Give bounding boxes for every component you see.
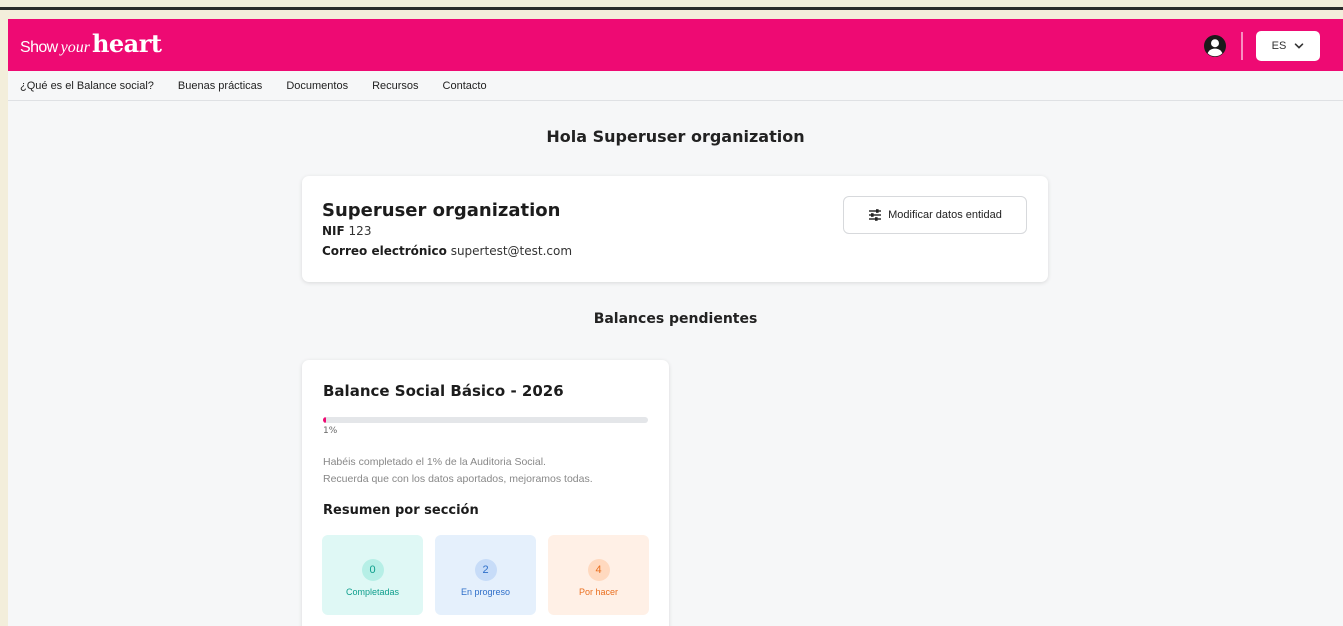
logo-text-your: your — [60, 39, 90, 56]
window-top-border — [0, 7, 1343, 10]
nav-item-buenas-practicas[interactable]: Buenas prácticas — [178, 80, 262, 92]
organization-email: Correo electrónico supertest@test.com — [322, 244, 572, 258]
stat-in-progress[interactable]: 2 En progreso — [435, 535, 536, 615]
stat-to-do[interactable]: 4 Por hacer — [548, 535, 649, 615]
language-select-value: ES — [1271, 40, 1287, 52]
stat-completed-label: Completadas — [345, 587, 400, 597]
stat-in-progress-label: En progreso — [460, 587, 511, 597]
nav-item-balance-social[interactable]: ¿Qué es el Balance social? — [20, 80, 154, 92]
balance-description: Habéis completado el 1% de la Auditoria … — [323, 454, 653, 488]
header-divider — [1241, 32, 1243, 60]
nav-item-contacto[interactable]: Contacto — [443, 80, 487, 92]
summary-title: Resumen por sección — [323, 503, 479, 518]
app-frame: Show your heart ES ¿Qué es el Balance so… — [8, 19, 1343, 626]
nif-value: 123 — [348, 224, 372, 238]
stat-completed[interactable]: 0 Completadas — [322, 535, 423, 615]
progress-bar — [323, 417, 648, 423]
stat-completed-count: 0 — [361, 559, 384, 581]
chevron-down-icon — [1295, 43, 1304, 49]
page-title: Hola Superuser organization — [546, 127, 805, 146]
organization-nif: NIF 123 — [322, 224, 371, 238]
user-circle-icon[interactable] — [1203, 34, 1227, 58]
edit-entity-button[interactable]: Modificar datos entidad — [843, 196, 1027, 234]
description-line: Habéis completado el 1% de la Auditoria … — [323, 456, 546, 468]
progress-bar-fill — [323, 417, 327, 423]
email-value: supertest@test.com — [450, 244, 573, 258]
nif-label: NIF — [322, 224, 345, 238]
balance-title: Balance Social Básico - 2026 — [323, 382, 564, 400]
logo[interactable]: Show your heart — [20, 29, 162, 58]
progress-percent: 1% — [323, 426, 338, 436]
stat-to-do-label: Por hacer — [578, 587, 619, 597]
main-nav: ¿Qué es el Balance social? Buenas prácti… — [8, 71, 1343, 101]
email-label: Correo electrónico — [322, 244, 447, 258]
top-header: Show your heart ES — [8, 19, 1343, 71]
balance-card[interactable]: Balance Social Básico - 2026 1% Habéis c… — [302, 360, 669, 626]
edit-entity-label: Modificar datos entidad — [888, 209, 1002, 221]
organization-name: Superuser organization — [322, 200, 561, 221]
description-line: Recuerda que con los datos aportados, me… — [323, 473, 593, 485]
nav-item-documentos[interactable]: Documentos — [286, 80, 348, 92]
logo-text-heart: heart — [91, 29, 162, 58]
logo-text-show: Show — [20, 39, 58, 56]
stat-to-do-count: 4 — [587, 559, 610, 581]
nav-item-recursos[interactable]: Recursos — [372, 80, 418, 92]
pending-balances-title: Balances pendientes — [593, 311, 758, 327]
sliders-icon — [869, 209, 882, 221]
organization-card: Superuser organization NIF 123 Correo el… — [302, 176, 1048, 282]
language-select[interactable]: ES — [1256, 31, 1320, 61]
stat-in-progress-count: 2 — [474, 559, 497, 581]
